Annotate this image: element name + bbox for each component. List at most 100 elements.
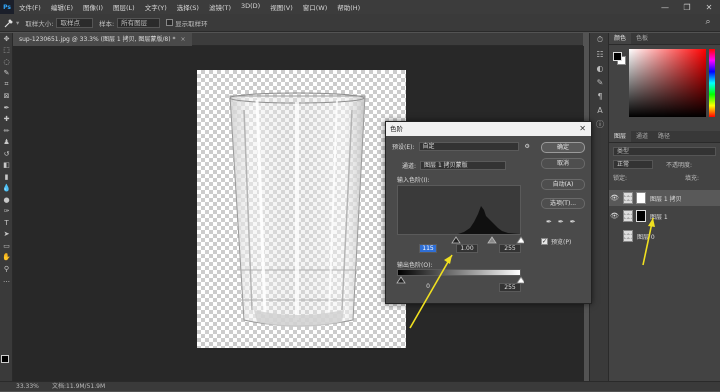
window-controls: — ❐ ✕ (654, 0, 720, 14)
input-sliders[interactable] (394, 236, 524, 244)
output-white-field[interactable]: 255 (499, 283, 521, 292)
tab-color[interactable]: 颜色 (609, 33, 632, 44)
hand-tool-icon[interactable]: ✋ (0, 252, 13, 264)
close-window-button[interactable]: ✕ (698, 0, 720, 14)
menu-item[interactable]: 编辑(E) (46, 2, 78, 12)
character-panel-icon[interactable]: A (590, 103, 610, 117)
sample-size-select[interactable]: 取样点 (56, 17, 93, 28)
zoom-tool-icon[interactable]: ⚲ (0, 263, 13, 275)
layers-panel-tabs: 图层 通道 路径 (609, 131, 720, 143)
tab-channels[interactable]: 通道 (631, 131, 653, 142)
layer-thumbnail (623, 230, 633, 242)
input-black-field[interactable]: 115 (419, 244, 437, 253)
eraser-tool-icon[interactable]: ◧ (0, 160, 13, 172)
white-eyedropper-icon[interactable]: ✒ (570, 218, 576, 226)
menu-item[interactable]: 文件(F) (14, 2, 46, 12)
gray-eyedropper-icon[interactable]: ✒ (558, 218, 564, 226)
visibility-eye-icon[interactable]: 👁 (609, 194, 620, 202)
show-ring-control[interactable]: 显示取样环 (166, 18, 208, 28)
pen-tool-icon[interactable]: ✑ (0, 206, 13, 218)
brush-tool-icon[interactable]: ✏ (0, 125, 13, 137)
auto-button[interactable]: 自动(A) (541, 179, 585, 190)
menu-item[interactable]: 选择(S) (172, 2, 204, 12)
tab-paths[interactable]: 路径 (653, 131, 675, 142)
dodge-tool-icon[interactable]: ● (0, 194, 13, 206)
close-tab-icon[interactable]: × (180, 36, 185, 43)
input-gamma-field[interactable]: 1.00 (456, 244, 478, 253)
marquee-tool-icon[interactable]: ⬚ (0, 45, 13, 57)
layer-name: 图层 1 拷贝 (650, 195, 682, 203)
maximize-button[interactable]: ❐ (676, 0, 698, 14)
lasso-tool-icon[interactable]: ◌ (0, 56, 13, 68)
cancel-button[interactable]: 取消 (541, 158, 585, 169)
paragraph-panel-icon[interactable]: ¶ (590, 89, 610, 103)
info-panel-icon[interactable]: ⓘ (590, 117, 610, 131)
shape-tool-icon[interactable]: ▭ (0, 240, 13, 252)
more-tools-icon[interactable]: … (0, 275, 13, 287)
properties-panel-icon[interactable]: ☷ (590, 47, 610, 61)
layer-row-layer1[interactable]: 👁 图层 1 (609, 208, 720, 224)
black-eyedropper-icon[interactable]: ✒ (546, 218, 552, 226)
output-black-field[interactable]: 0 (419, 283, 437, 292)
input-white-field[interactable]: 255 (499, 244, 521, 253)
path-select-tool-icon[interactable]: ➤ (0, 229, 13, 241)
menu-item[interactable]: 图像(I) (78, 2, 108, 12)
panel-foreground-swatch[interactable] (613, 52, 622, 61)
visibility-eye-icon[interactable]: 👁 (609, 232, 620, 240)
output-black-slider[interactable] (396, 276, 406, 284)
menu-item[interactable]: 窗口(W) (298, 2, 333, 12)
tab-layers[interactable]: 图层 (609, 131, 632, 142)
move-tool-icon[interactable]: ✥ (0, 33, 13, 45)
healing-tool-icon[interactable]: ✚ (0, 114, 13, 126)
history-brush-tool-icon[interactable]: ↺ (0, 148, 13, 160)
blur-tool-icon[interactable]: 💧 (0, 183, 13, 195)
layer-mask-thumbnail[interactable] (636, 192, 646, 204)
visibility-eye-icon[interactable]: 👁 (609, 212, 620, 220)
frame-tool-icon[interactable]: ⊠ (0, 91, 13, 103)
layer-row-layer0[interactable]: 👁 图层 0 (609, 228, 720, 244)
preview-checkbox[interactable]: ✓ (541, 238, 548, 245)
preview-row[interactable]: ✓ 预览(P) (541, 237, 571, 246)
gradient-tool-icon[interactable]: ▮ (0, 171, 13, 183)
preset-select[interactable]: 自定 (418, 142, 519, 151)
menu-item[interactable]: 文字(Y) (140, 2, 172, 12)
dialog-title: 色阶 (390, 125, 403, 133)
menu-item[interactable]: 3D(D) (236, 2, 265, 12)
quick-select-tool-icon[interactable]: ✎ (0, 68, 13, 80)
menu-item[interactable]: 视图(V) (265, 2, 298, 12)
menu-item[interactable]: 帮助(H) (332, 2, 365, 12)
dialog-titlebar[interactable]: 色阶 ✕ (386, 122, 591, 136)
menu-item[interactable]: 图层(L) (108, 2, 140, 12)
foreground-color-swatch[interactable] (1, 355, 9, 363)
show-ring-checkbox[interactable] (166, 19, 174, 26)
document-canvas[interactable] (197, 70, 406, 348)
document-tab[interactable]: sup-1230651.jpg @ 33.3% (图层 1 拷贝, 图层蒙版/8… (13, 33, 192, 46)
adjustments-panel-icon[interactable]: ◐ (590, 61, 610, 75)
eyedropper-tool-icon[interactable]: ✒ (0, 102, 13, 114)
stamp-tool-icon[interactable]: ♟ (0, 137, 13, 149)
type-tool-icon[interactable]: T (0, 217, 13, 229)
preset-options-gear-icon[interactable]: ⚙ (525, 143, 530, 150)
ok-button[interactable]: 确定 (541, 142, 585, 153)
white-point-slider[interactable] (516, 236, 524, 244)
tab-swatches[interactable]: 色板 (631, 33, 653, 44)
hue-slider[interactable] (709, 49, 715, 117)
layer-kind-filter[interactable]: 类型 (613, 147, 716, 156)
black-point-slider[interactable] (451, 236, 461, 244)
options-button[interactable]: 选项(T)... (541, 198, 585, 209)
channel-select[interactable]: 图层 1 拷贝蒙版 (420, 161, 507, 170)
color-picker-field[interactable] (629, 49, 706, 117)
history-panel-icon[interactable]: ⏱ (590, 33, 610, 47)
crop-tool-icon[interactable]: ⌗ (0, 79, 13, 91)
search-icon[interactable]: ⌕ (702, 17, 714, 29)
minimize-button[interactable]: — (654, 0, 676, 14)
midtone-slider[interactable] (487, 236, 497, 244)
menu-item[interactable]: 滤镜(T) (204, 2, 236, 12)
sample-select[interactable]: 所有图层 (117, 17, 161, 28)
layer-row-layer1-copy[interactable]: 👁 图层 1 拷贝 (609, 190, 720, 206)
dialog-close-icon[interactable]: ✕ (579, 122, 586, 136)
eyedropper-icon[interactable]: ▾ (4, 18, 19, 28)
brush-panel-icon[interactable]: ✎ (590, 75, 610, 89)
layer-mask-thumbnail[interactable] (636, 210, 646, 222)
blend-mode-select[interactable]: 正常 (613, 160, 653, 169)
